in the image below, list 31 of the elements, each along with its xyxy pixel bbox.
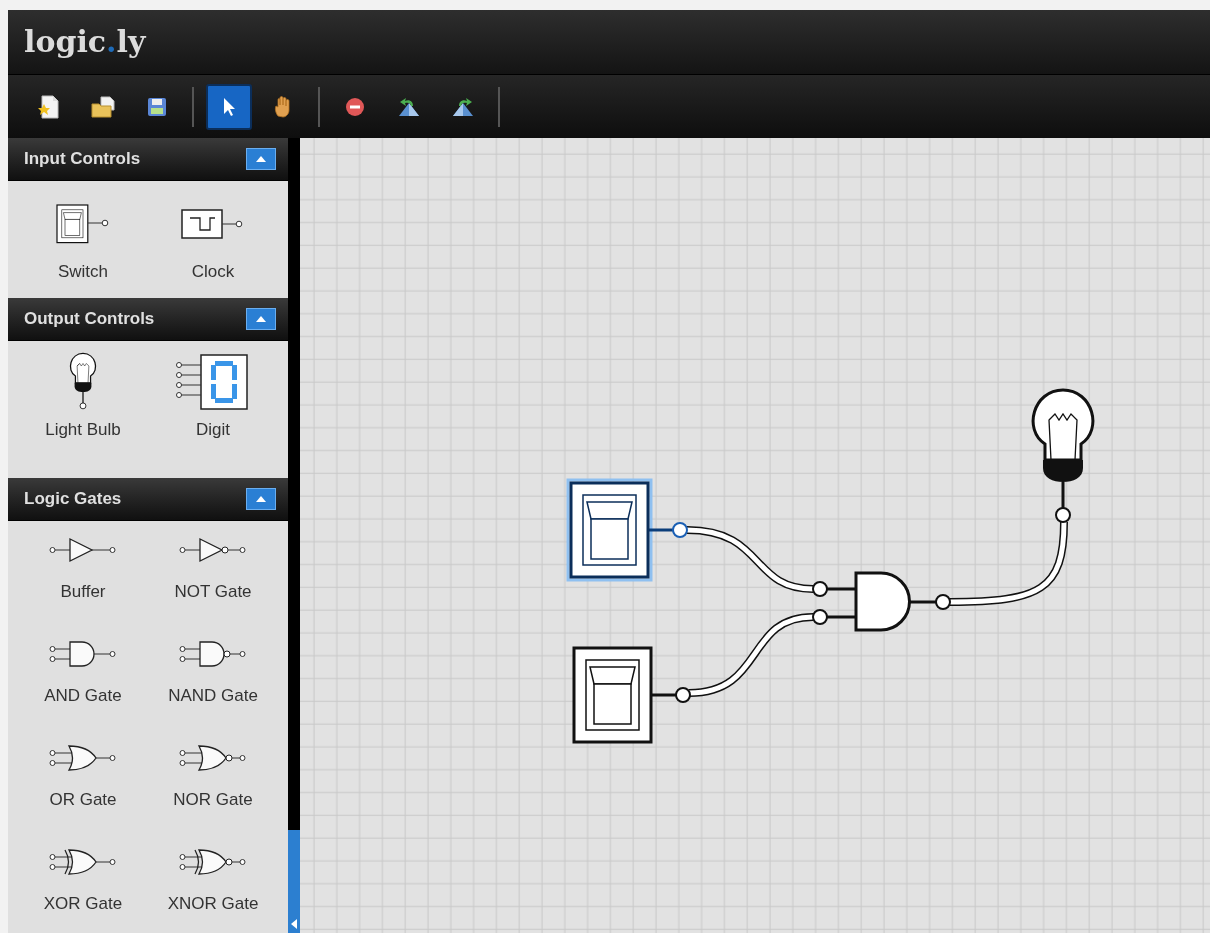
section-header[interactable]: Output Controls: [8, 298, 288, 341]
section-header[interactable]: Logic Gates: [8, 478, 288, 521]
component-label: NOR Gate: [173, 789, 253, 811]
component-label: Switch: [57, 261, 109, 283]
component-item[interactable]: XOR Gate: [18, 833, 148, 933]
component-label: NOT Gate: [174, 581, 252, 603]
component-item[interactable]: Digit: [148, 341, 278, 478]
component-label: OR Gate: [49, 789, 117, 811]
section-title: Logic Gates: [24, 488, 122, 511]
component-label: XOR Gate: [43, 893, 123, 915]
component-item[interactable]: OR Gate: [18, 729, 148, 833]
component-item[interactable]: NAND Gate: [148, 625, 278, 729]
app-logo: logic.ly: [24, 27, 146, 57]
section-title: Output Controls: [24, 308, 155, 331]
section-title: Input Controls: [24, 148, 141, 171]
component-item[interactable]: NOR Gate: [148, 729, 278, 833]
component-label: XNOR Gate: [167, 893, 259, 915]
section-header[interactable]: Input Controls: [8, 138, 288, 181]
component-label: AND Gate: [44, 685, 122, 707]
component-item[interactable]: Switch: [18, 181, 148, 298]
component-item[interactable]: NOT Gate: [148, 521, 278, 625]
component-item[interactable]: Light Bulb: [18, 341, 148, 478]
component-label: Light Bulb: [45, 419, 121, 441]
component-item[interactable]: XNOR Gate: [148, 833, 278, 933]
component-label: Clock: [191, 261, 235, 283]
component-item[interactable]: Clock: [148, 181, 278, 298]
component-label: Digit: [196, 419, 230, 441]
component-item[interactable]: AND Gate: [18, 625, 148, 729]
component-label: Buffer: [60, 581, 106, 603]
component-label: NAND Gate: [168, 685, 258, 707]
component-item[interactable]: Buffer: [18, 521, 148, 625]
